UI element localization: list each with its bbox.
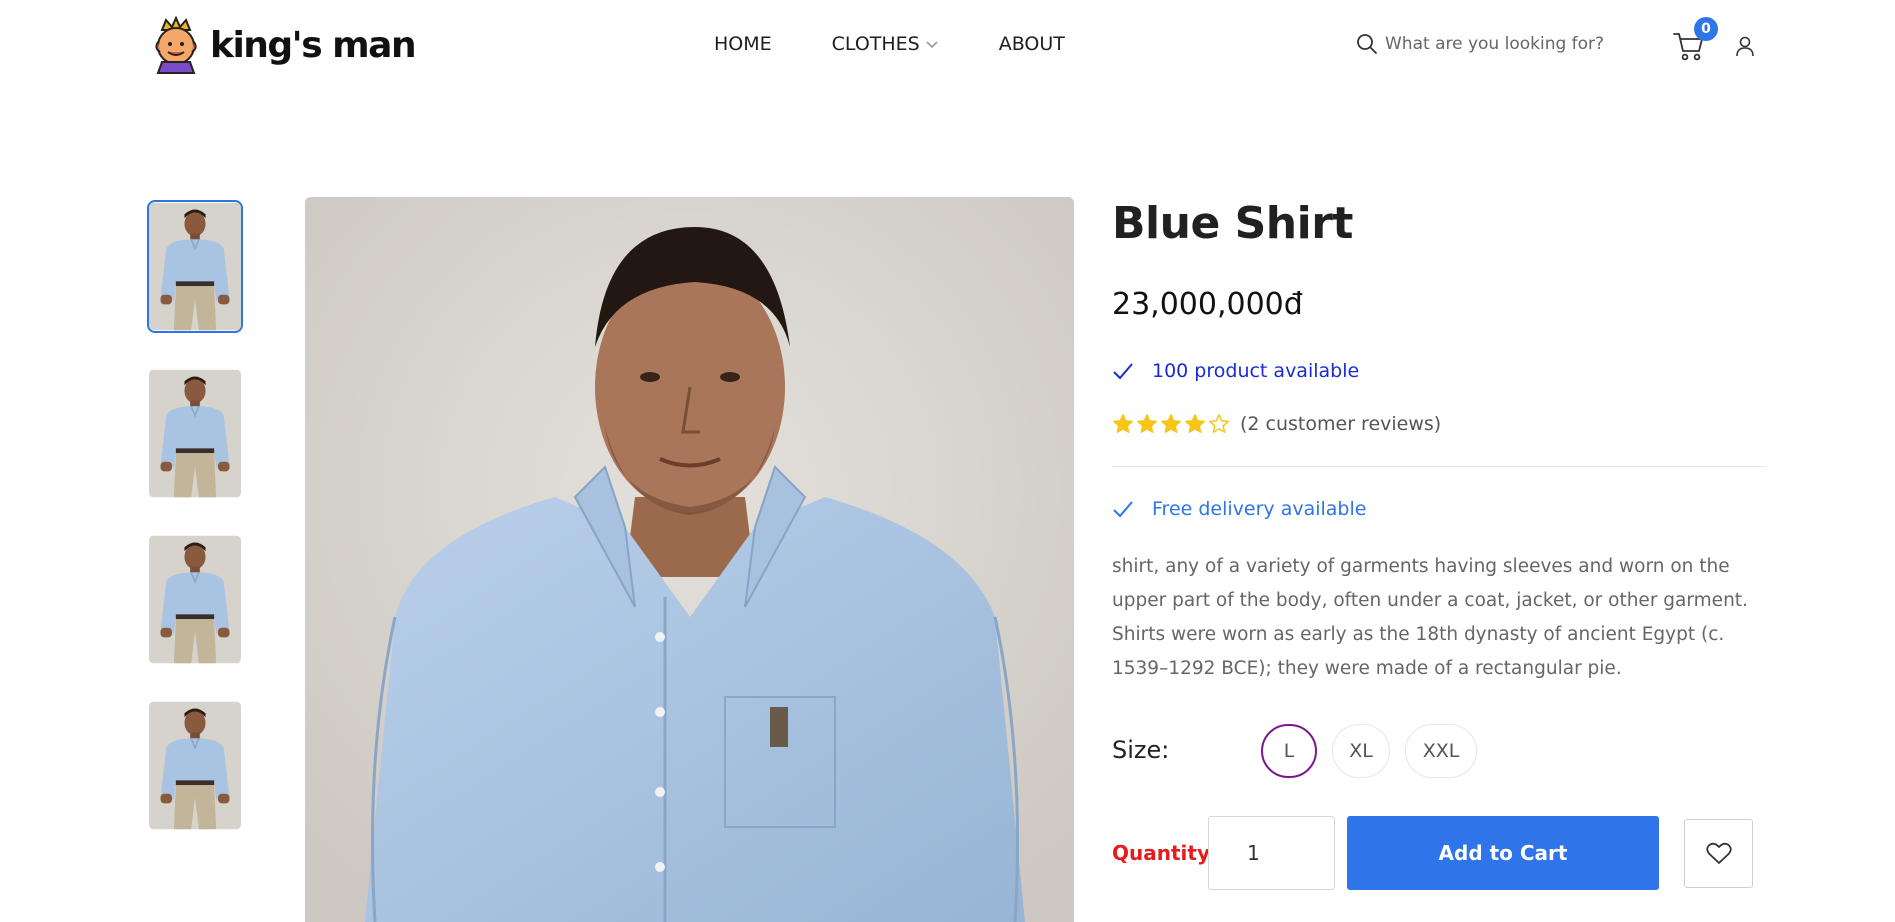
thumbnail-3[interactable] (147, 533, 243, 666)
user-icon[interactable] (1733, 34, 1757, 58)
product-photo (305, 197, 1074, 922)
stock-text: 100 product available (1152, 360, 1360, 382)
nav-clothes[interactable]: CLOTHES (832, 33, 939, 55)
wishlist-button[interactable] (1684, 819, 1753, 888)
size-option-xxl[interactable]: XXL (1405, 724, 1477, 778)
stock-status: 100 product available (1112, 360, 1359, 382)
quantity-input[interactable] (1208, 816, 1335, 890)
add-to-cart-button[interactable]: Add to Cart (1347, 816, 1659, 890)
thumbnail-1[interactable] (147, 200, 243, 333)
product-price: 23,000,000đ (1112, 287, 1303, 322)
nav-home[interactable]: HOME (714, 33, 772, 55)
product-title: Blue Shirt (1112, 198, 1353, 249)
product-thumbnail-image (149, 701, 241, 830)
star-filled-icon (1113, 414, 1133, 433)
delivery-status: Free delivery available (1112, 498, 1366, 520)
star-filled-icon (1137, 414, 1157, 433)
main-product-image[interactable] (305, 197, 1074, 922)
nav-home-label: HOME (714, 33, 772, 55)
star-filled-icon (1185, 414, 1205, 433)
star-rating (1112, 413, 1232, 435)
chevron-down-icon (926, 41, 938, 49)
check-icon (1113, 363, 1133, 380)
site-header: king's man HOME CLOTHES ABOUT 0 (0, 0, 1895, 92)
thumbnail-4[interactable] (147, 699, 243, 832)
size-label: Size: (1112, 736, 1170, 764)
divider (1112, 466, 1766, 467)
nav-about-label: ABOUT (998, 33, 1065, 55)
product-thumbnail-image (149, 535, 241, 664)
king-mascot-icon (155, 16, 197, 74)
search-icon[interactable] (1355, 32, 1379, 56)
delivery-text: Free delivery available (1152, 498, 1367, 520)
star-empty-icon (1209, 414, 1229, 433)
thumbnail-2[interactable] (147, 367, 243, 500)
size-option-l[interactable]: L (1261, 724, 1317, 778)
search-bar (1355, 32, 1615, 56)
main-nav: HOME CLOTHES ABOUT (714, 33, 1125, 55)
search-input[interactable] (1385, 34, 1615, 54)
star-filled-icon (1161, 414, 1181, 433)
size-option-xl[interactable]: XL (1332, 724, 1390, 778)
rating: (2 customer reviews) (1112, 413, 1441, 435)
product-description: shirt, any of a variety of garments havi… (1112, 556, 1748, 679)
heart-icon (1705, 842, 1732, 864)
check-icon (1113, 501, 1133, 518)
nav-clothes-label: CLOTHES (831, 33, 920, 55)
reviews-link[interactable]: (2 customer reviews) (1240, 413, 1441, 435)
quantity-label: Quantity: (1112, 841, 1218, 865)
product-thumbnail-image (149, 369, 241, 498)
logo[interactable]: king's man (150, 16, 417, 74)
logo-text: king's man (210, 24, 417, 66)
product-thumbnail-image (149, 202, 241, 331)
cart-count-badge: 0 (1694, 17, 1718, 41)
nav-about[interactable]: ABOUT (999, 33, 1065, 55)
